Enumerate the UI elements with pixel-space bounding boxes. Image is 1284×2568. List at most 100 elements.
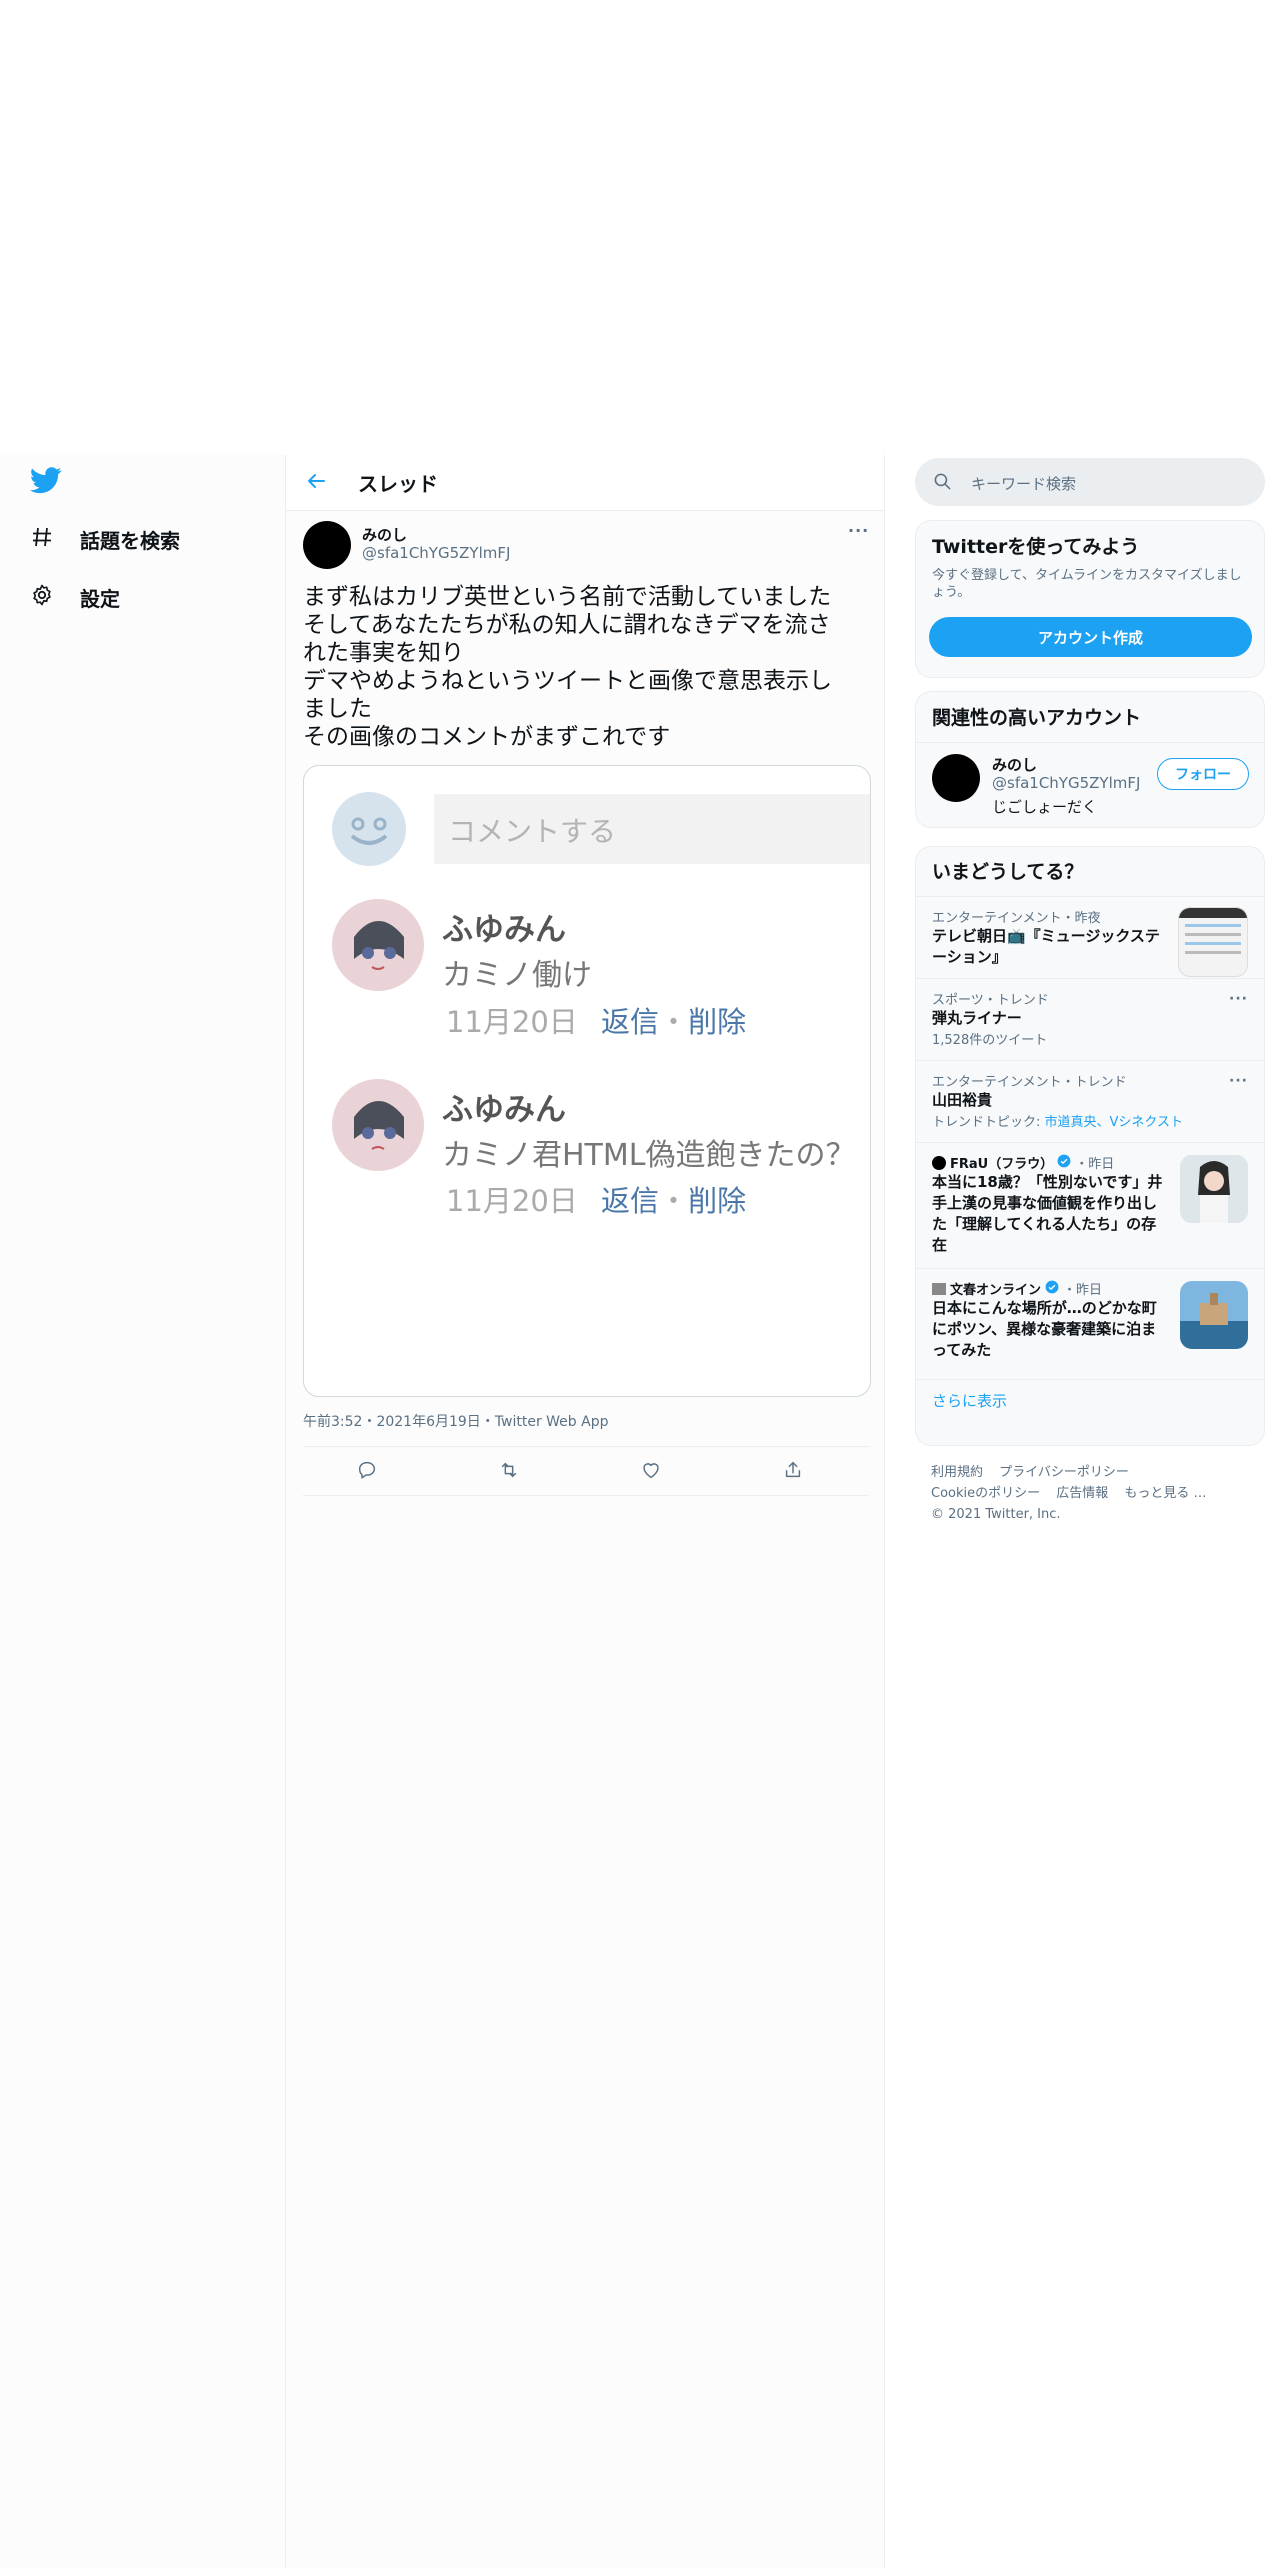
like-icon[interactable] [640,1459,662,1485]
tweet-text: まず私はカリブ英世という名前で活動していました そしてあなたたちが私の知人に謂れ… [303,583,873,751]
news-source: 文春オンライン [950,1283,1042,1298]
retweet-icon[interactable] [498,1459,520,1485]
trends-card: いまどうしてる？ エンターテインメント・昨夜 テレビ朝日📺『ミュージックステ ー… [915,846,1265,1446]
commenter-avatar [332,1079,424,1171]
share-icon[interactable] [782,1459,804,1485]
comment-separator: ・ [659,1184,689,1218]
commenter-avatar [332,899,424,991]
news-title: 在 [932,1236,948,1254]
trend-topic-label: トレンドトピック: [932,1115,1045,1130]
hashtag-icon [30,525,54,554]
follow-button[interactable]: フォロー [1157,758,1249,790]
footer-link-cookies[interactable]: Cookieのポリシー [931,1486,1040,1501]
commenter-avatar [332,792,406,866]
comment-meta: 11月20日 返信・削除 [446,1178,746,1220]
page-title: スレッド [358,472,438,496]
source-logo-icon [932,1155,946,1170]
trend-thumbnail [1178,907,1248,977]
show-more-label: さらに表示 [932,1392,1008,1410]
related-title: 関連性の高いアカウント [932,707,1142,729]
news-thumbnail [1180,1281,1248,1349]
more-options-icon[interactable]: ··· [848,521,869,540]
related-name[interactable]: みのし [992,754,1037,775]
tweet-text-line: デマやめようねというツイートと画像で意思表示し [303,668,832,694]
news-item[interactable]: FRaU（フラウ） ・昨日 本当に18歳？「性別ないです」井 手上漢の見事な価値… [916,1142,1264,1268]
verified-icon [1045,1280,1059,1298]
news-time: ・昨日 [1063,1283,1103,1298]
trends-title: いまどうしてる？ [932,861,1084,883]
tweet-text-line: まず私はカリブ英世という名前で活動していました [303,584,832,610]
footer-link-privacy[interactable]: プライバシーポリシー [999,1465,1129,1480]
tweet-image[interactable]: コメントする ふゆみん カミノ働け 11月20日 返信・削除 ふゆみん カミノ君… [303,765,871,1397]
trend-item[interactable]: エンターテインメント・昨夜 テレビ朝日📺『ミュージックステ ーション』 [916,896,1264,978]
comment-input: コメントする [434,794,870,864]
comment-delete: 削除 [688,1184,747,1218]
copyright: © 2021 Twitter, Inc. [931,1507,1061,1522]
more-options-icon[interactable]: ··· [1229,1073,1248,1089]
nav-item-explore[interactable]: 話題を検索 [30,525,180,554]
news-item[interactable]: 文春オンライン ・昨日 日本にこんな場所が…のどかな町 にポツン、異様な豪奢建築… [916,1268,1264,1379]
trend-topic-links[interactable]: 市道真央、Vシネクスト [1045,1115,1184,1130]
gear-icon [30,583,54,612]
tweet-handle[interactable]: @sfa1ChYG5ZYlmFJ [362,544,510,562]
trend-title: 弾丸ライナー [932,1009,1022,1027]
source-logo-icon [932,1282,946,1295]
tweet-text-line: ました [303,696,372,722]
comment-date: 11月20日 [446,1005,578,1039]
create-account-button[interactable]: アカウント作成 [929,617,1252,657]
trend-item[interactable]: スポーツ・トレンド 弾丸ライナー 1,528件のツイート ··· [916,978,1264,1060]
footer-link-ads[interactable]: 広告情報 [1056,1486,1108,1501]
show-more-link[interactable]: さらに表示 [916,1379,1264,1432]
trend-meta: スポーツ・トレンド [932,993,1049,1008]
footer: 利用規約 プライバシーポリシー Cookieのポリシー 広告情報 もっと見る …… [931,1462,1261,1525]
tweet-display-name[interactable]: みのし [362,524,407,545]
footer-link-terms[interactable]: 利用規約 [931,1465,983,1480]
search-icon [933,472,952,495]
nav-item-label: 設定 [80,587,120,611]
news-thumbnail [1180,1155,1248,1223]
twitter-logo-icon[interactable] [30,467,62,498]
comment-reply: 返信 [601,1184,660,1218]
news-time: ・昨日 [1075,1157,1115,1172]
tweet-text-line: れた事実を知り [303,640,464,666]
search-placeholder: キーワード検索 [971,475,1077,493]
thread-header: スレッド [286,455,884,511]
avatar[interactable] [932,754,980,802]
footer-link-more[interactable]: もっと見る … [1124,1486,1206,1501]
search-input[interactable]: キーワード検索 [915,458,1265,506]
tweet-text-line: そしてあなたたちが私の知人に謂れなきデマを流さ [303,612,831,638]
commenter-name: ふゆみん [442,912,566,948]
verified-icon [1057,1154,1071,1172]
tweet-text-line: その画像のコメントがまずこれです [303,724,671,750]
center-column: スレッド みのし @sfa1ChYG5ZYlmFJ ··· まず私はカリブ英世と… [285,455,885,2568]
comment-reply: 返信 [601,1005,660,1039]
comment-meta: 11月20日 返信・削除 [446,999,746,1041]
trend-item[interactable]: エンターテインメント・トレンド 山田裕貴 トレンドトピック: 市道真央、Vシネク… [916,1060,1264,1142]
comment-date: 11月20日 [446,1184,578,1218]
trend-tweet-count: 1,528件のツイート [932,1033,1048,1048]
related-accounts-card: 関連性の高いアカウント みのし @sfa1ChYG5ZYlmFJ じごしょーだく… [915,691,1265,828]
tweet-action-bar [303,1446,869,1496]
commenter-name: ふゆみん [442,1092,566,1128]
trend-topic: トレンドトピック: 市道真央、Vシネクスト [932,1111,1248,1130]
signup-title: Twitterを使ってみよう [932,536,1140,558]
nav-item-label: 話題を検索 [80,529,180,553]
comment-text: カミノ君HTML偽造飽きたの？ [442,1138,856,1173]
comment-text: カミノ働け [442,958,592,993]
signup-subtitle: 今すぐ登録して、タイムラインをカスタマイズしましょう。 [932,568,1242,600]
trend-title: 山田裕貴 [932,1091,993,1109]
tweet-timestamp[interactable]: 午前3:52・2021年6月19日・Twitter Web App [303,1411,608,1431]
nav-item-settings[interactable]: 設定 [30,583,120,612]
left-nav: 話題を検索 設定 [0,455,285,2568]
avatar[interactable] [303,521,351,569]
related-handle[interactable]: @sfa1ChYG5ZYlmFJ [992,774,1140,792]
comment-delete: 削除 [688,1005,747,1039]
comment-separator: ・ [659,1005,689,1039]
signup-card: Twitterを使ってみよう 今すぐ登録して、タイムラインをカスタマイズしましょ… [915,520,1265,678]
back-arrow-icon[interactable] [304,469,328,497]
divider [916,742,1264,743]
reply-icon[interactable] [356,1459,378,1485]
news-source: FRaU（フラウ） [950,1157,1054,1172]
comment-placeholder: コメントする [448,815,617,848]
more-options-icon[interactable]: ··· [1229,991,1248,1007]
